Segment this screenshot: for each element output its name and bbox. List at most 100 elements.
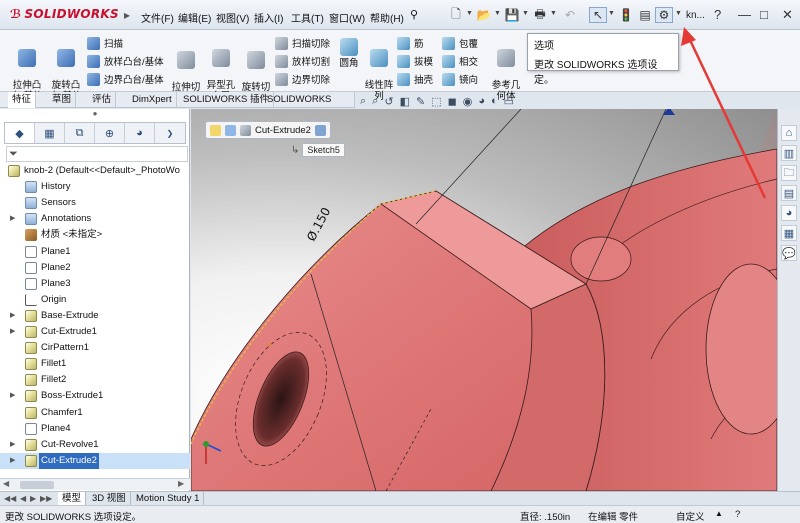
tab-dimxpert[interactable]: DimXpert bbox=[128, 92, 177, 108]
view-orientation-icon[interactable]: ⬚ bbox=[431, 95, 441, 108]
rebuild-traffic-light-icon[interactable]: 🚦 bbox=[617, 7, 635, 23]
options-dropdown-caret[interactable]: ▼ bbox=[675, 10, 682, 17]
scroll-thumb[interactable] bbox=[20, 481, 54, 489]
scroll-right-arrow-icon[interactable]: ▶ bbox=[178, 479, 184, 488]
tree-item[interactable]: ▶ Base-Extrude bbox=[0, 308, 190, 324]
tree-item[interactable]: Plane3 bbox=[0, 276, 190, 292]
menu-edit[interactable]: 编辑(E) bbox=[178, 10, 211, 25]
graphics-area[interactable]: + Ø.150 bbox=[191, 109, 777, 491]
units-caret[interactable]: ▲ bbox=[715, 509, 723, 518]
tab-features[interactable]: 特征 bbox=[8, 92, 37, 108]
help-icon[interactable]: ? bbox=[714, 7, 721, 22]
quick-tips-icon[interactable]: ? bbox=[735, 509, 740, 520]
user-account-label[interactable]: kn... bbox=[686, 10, 705, 21]
tree-item[interactable]: Plane2 bbox=[0, 260, 190, 276]
loft-cut-button[interactable]: 放样切割 bbox=[275, 54, 330, 68]
expand-arrow-icon[interactable]: ▶ bbox=[10, 308, 15, 324]
section-view-icon[interactable]: ◧ bbox=[400, 95, 410, 108]
tree-item[interactable]: 材质 <未指定> bbox=[0, 227, 190, 243]
open-dropdown-caret[interactable]: ▼ bbox=[494, 10, 501, 17]
next-tab-icon[interactable]: ▶ bbox=[30, 492, 36, 505]
tree-item[interactable]: Sensors bbox=[0, 195, 190, 211]
menu-window[interactable]: 窗口(W) bbox=[329, 10, 365, 25]
fillet-button[interactable]: 圆角 bbox=[336, 38, 362, 69]
tree-root-part[interactable]: knob-2 (Default<<Default>_PhotoWo bbox=[0, 163, 190, 179]
tree-item[interactable]: History bbox=[0, 179, 190, 195]
tab-evaluate[interactable]: 评估 bbox=[88, 92, 117, 108]
tree-item[interactable]: ▶ Cut-Extrude1 bbox=[0, 324, 190, 340]
mirror-button[interactable]: 镜向 bbox=[442, 72, 478, 86]
apply-scene-icon[interactable]: ◐ bbox=[491, 95, 498, 107]
custom-properties-icon[interactable]: ▦ bbox=[781, 225, 797, 241]
expand-arrow-icon[interactable]: ▶ bbox=[10, 211, 15, 227]
tree-item[interactable]: ▶ Boss-Extrude1 bbox=[0, 388, 190, 404]
tree-item[interactable]: Fillet2 bbox=[0, 372, 190, 388]
sketch-crumb-label[interactable]: Sketch5 bbox=[302, 143, 345, 157]
options-gear-icon[interactable]: ⚙ bbox=[655, 7, 673, 23]
menu-view[interactable]: 视图(V) bbox=[216, 10, 249, 25]
solidworks-resources-icon[interactable]: ⌂ bbox=[781, 125, 797, 141]
print-icon[interactable]: 🖶 bbox=[531, 7, 549, 23]
tab-sketch[interactable]: 草图 bbox=[48, 92, 77, 108]
zoom-area-icon[interactable]: ⌕ bbox=[372, 95, 378, 108]
menu-insert[interactable]: 插入(I) bbox=[254, 10, 283, 25]
menu-tools[interactable]: 工具(T) bbox=[291, 10, 324, 25]
tree-item[interactable]: ▶ Cut-Extrude2 bbox=[0, 452, 190, 469]
property-manager-tab-icon[interactable]: ▦ bbox=[35, 123, 65, 143]
tree-filter[interactable]: ⏷ bbox=[6, 146, 188, 162]
menu-file[interactable]: 文件(F) bbox=[141, 10, 174, 25]
sweep-cut-button[interactable]: 扫描切除 bbox=[275, 36, 330, 50]
select-pointer-icon[interactable]: ↖ bbox=[589, 7, 607, 23]
display-style-icon[interactable]: ◼ bbox=[448, 95, 457, 108]
tree-item[interactable]: Plane4 bbox=[0, 421, 190, 437]
zoom-to-fit-icon[interactable]: ⌕ bbox=[360, 95, 366, 108]
open-folder-icon[interactable]: 📂 bbox=[475, 7, 493, 23]
tree-item[interactable]: Plane1 bbox=[0, 244, 190, 260]
undo-icon[interactable]: ↶ bbox=[561, 7, 579, 23]
dimxpert-manager-tab-icon[interactable]: ⊕ bbox=[95, 123, 125, 143]
tree-item[interactable]: ▶ Cut-Revolve1 bbox=[0, 437, 190, 453]
print-dropdown-caret[interactable]: ▼ bbox=[550, 10, 557, 17]
boundary-boss-button[interactable]: 边界凸台/基体 bbox=[87, 72, 164, 86]
select-dropdown-caret[interactable]: ▼ bbox=[608, 10, 615, 17]
tree-item[interactable]: ▶ Annotations bbox=[0, 211, 190, 227]
save-icon[interactable]: 💾 bbox=[503, 7, 521, 23]
feature-crumb-label[interactable]: Cut-Extrude2 bbox=[255, 125, 311, 136]
configuration-manager-tab-icon[interactable]: ⧉ bbox=[65, 123, 95, 143]
tab-addins[interactable]: SOLIDWORKS 插件 bbox=[179, 92, 275, 108]
wrap-button[interactable]: 包覆 bbox=[442, 36, 478, 50]
close-button[interactable]: ✕ bbox=[782, 7, 793, 23]
expand-arrow-icon[interactable]: ▶ bbox=[10, 388, 15, 404]
menu-expand-icon[interactable]: ▸ bbox=[124, 8, 130, 22]
first-tab-icon[interactable]: ◀◀ bbox=[4, 492, 16, 505]
expand-arrow-icon[interactable]: ▶ bbox=[10, 437, 15, 453]
menu-help[interactable]: 帮助(H) bbox=[370, 10, 404, 25]
loft-button[interactable]: 放样凸台/基体 bbox=[87, 54, 164, 68]
new-document-icon[interactable]: 🗋 bbox=[447, 7, 465, 23]
minimize-button[interactable]: — bbox=[738, 7, 751, 22]
tab-mbd[interactable]: SOLIDWORKS MBD bbox=[263, 92, 355, 121]
hide-show-items-icon[interactable]: ◉ bbox=[463, 95, 473, 108]
tree-horizontal-scrollbar[interactable]: ◀ ▶ bbox=[0, 478, 190, 490]
file-properties-icon[interactable]: ▤ bbox=[636, 7, 654, 23]
feature-manager-tab-icon[interactable]: ◆ bbox=[5, 123, 35, 143]
save-dropdown-caret[interactable]: ▼ bbox=[522, 10, 529, 17]
dynamic-annotation-icon[interactable]: ✎ bbox=[416, 95, 425, 108]
tree-item[interactable]: Chamfer1 bbox=[0, 405, 190, 421]
maximize-button[interactable]: □ bbox=[760, 7, 768, 22]
rib-button[interactable]: 筋 bbox=[397, 36, 424, 50]
tree-item[interactable]: CirPattern1 bbox=[0, 340, 190, 356]
tab-motion-study[interactable]: Motion Study 1 bbox=[132, 492, 205, 505]
edit-appearance-icon[interactable]: ◕ bbox=[478, 95, 485, 107]
status-units[interactable]: 自定义 bbox=[676, 509, 705, 523]
expand-arrow-icon[interactable]: ▶ bbox=[10, 324, 15, 340]
new-dropdown-caret[interactable]: ▼ bbox=[466, 10, 473, 17]
boundary-cut-button[interactable]: 边界切除 bbox=[275, 72, 330, 86]
shell-button[interactable]: 抽壳 bbox=[397, 72, 433, 86]
view-palette-icon[interactable]: ▤ bbox=[781, 185, 797, 201]
tab-3d-views[interactable]: 3D 视图 bbox=[88, 492, 131, 505]
face-crumb-icon[interactable] bbox=[314, 124, 326, 136]
panel-more-caret[interactable]: ❯ bbox=[155, 123, 185, 143]
sweep-button[interactable]: 扫描 bbox=[87, 36, 123, 50]
appearances-icon[interactable]: ◕ bbox=[781, 205, 797, 221]
